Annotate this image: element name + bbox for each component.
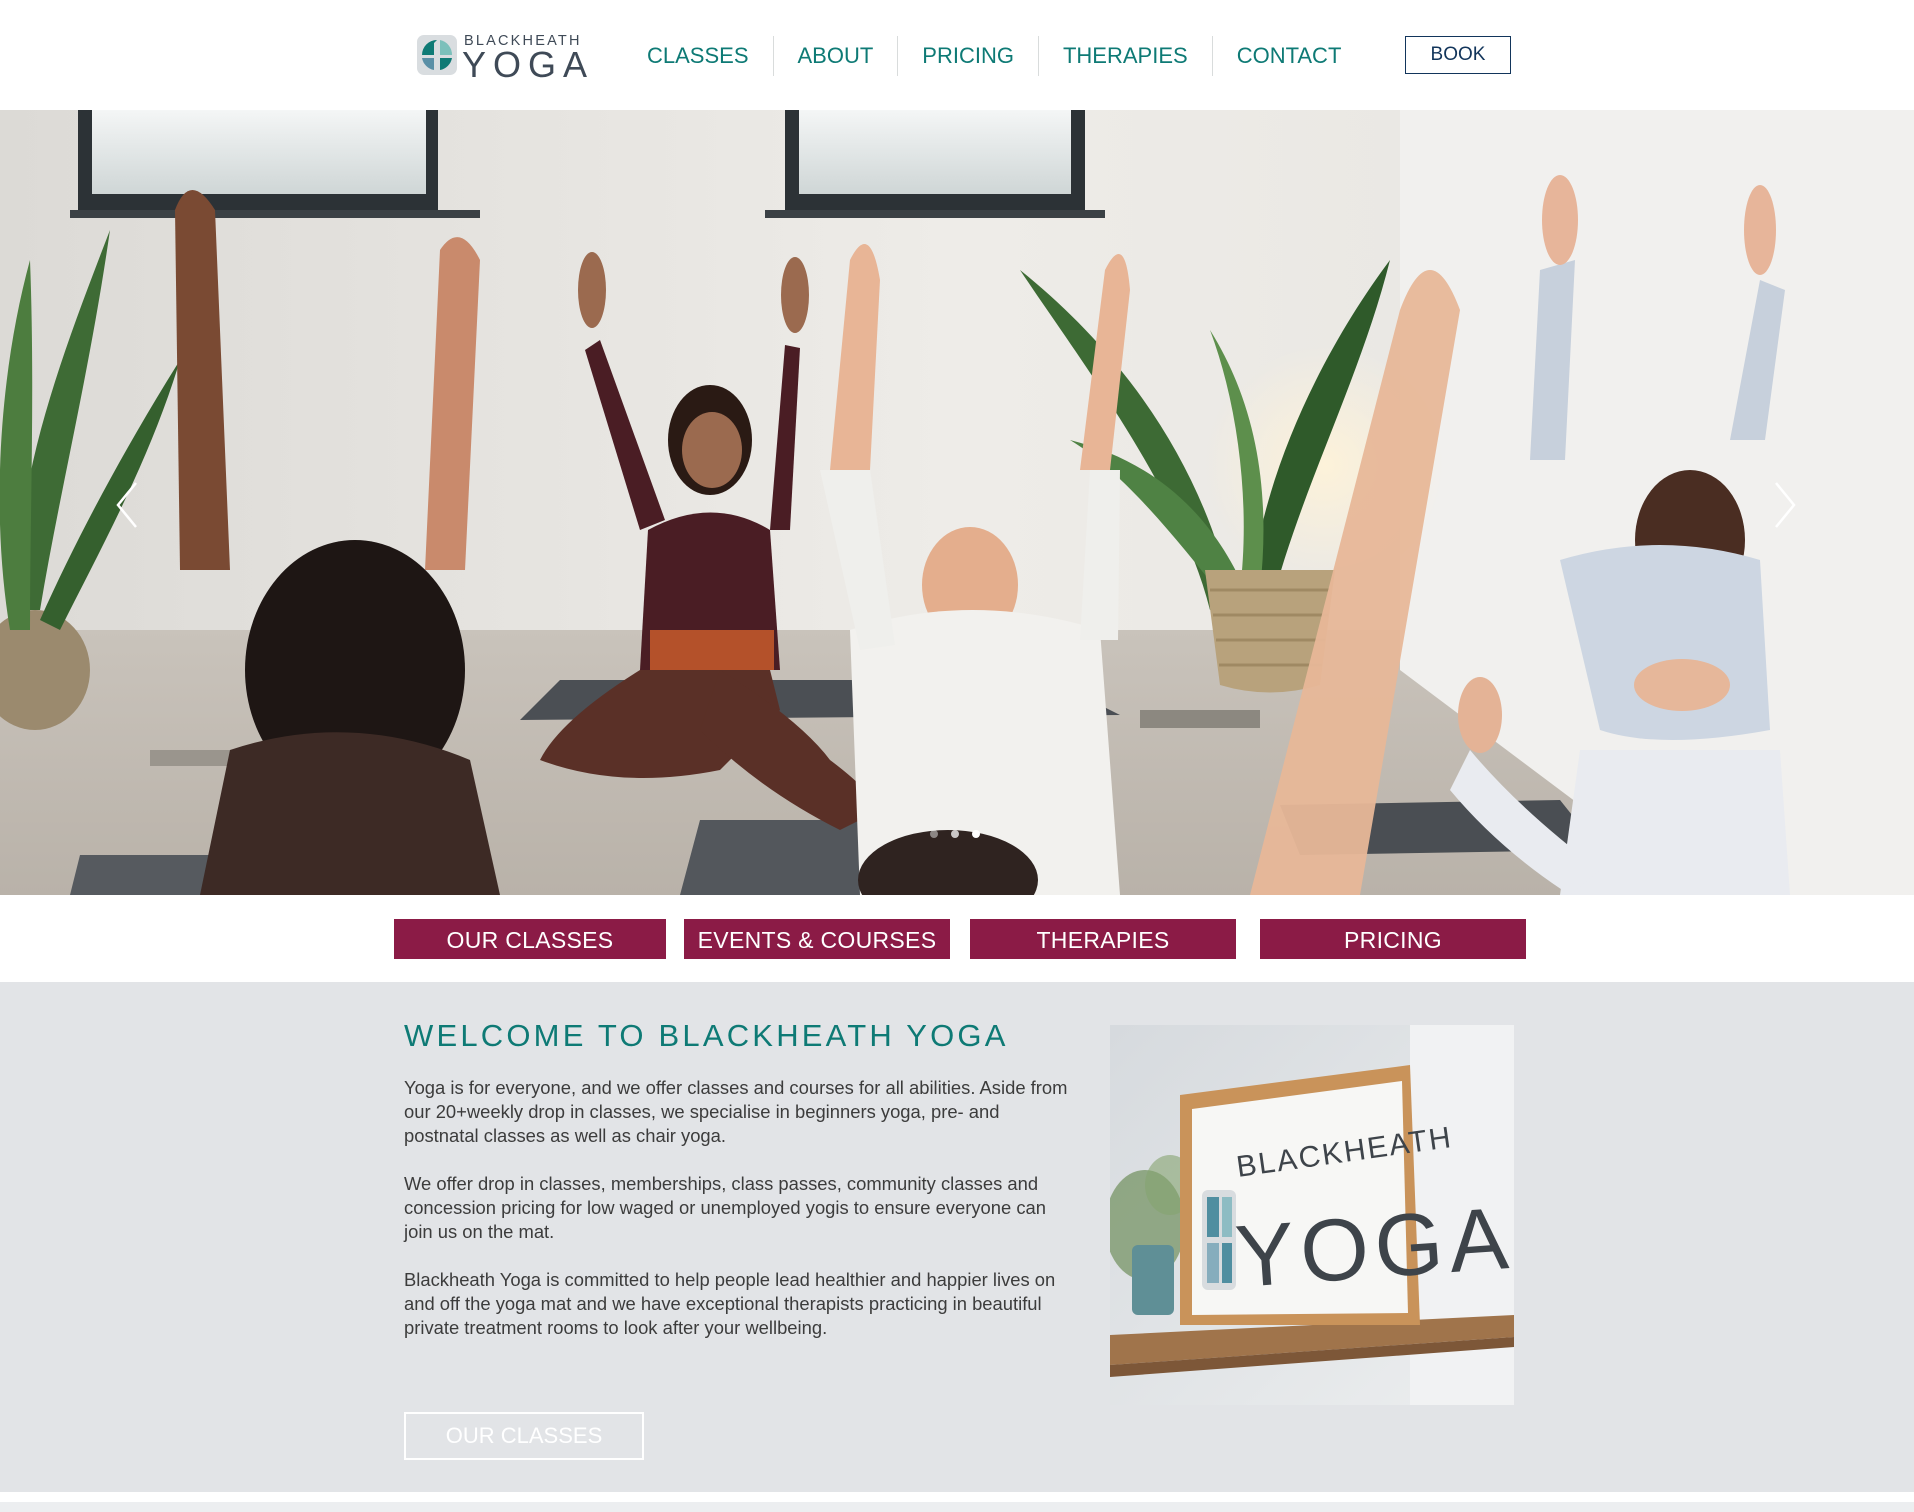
slide-dot-2[interactable] <box>951 830 959 838</box>
hero-photo <box>0 110 1914 895</box>
cta-strip: OUR CLASSES EVENTS & COURSES THERAPIES P… <box>0 895 1914 982</box>
therapies-button[interactable]: THERAPIES <box>970 919 1236 959</box>
slide-dot-3[interactable] <box>972 830 980 838</box>
welcome-paragraph-3: Blackheath Yoga is committed to help peo… <box>404 1269 1056 1338</box>
nav-item-therapies[interactable]: THERAPIES <box>1037 36 1212 76</box>
slide-dot-1[interactable] <box>930 830 938 838</box>
studio-sign-illustration: BLACKHEATH YOGA <box>1110 1025 1514 1405</box>
welcome-title: WELCOME TO BLACKHEATH YOGA <box>404 1018 1009 1053</box>
studio-sign-photo: BLACKHEATH YOGA <box>1110 1025 1514 1405</box>
welcome-paragraph-2: We offer drop in classes, memberships, c… <box>404 1173 1046 1242</box>
chevron-right-icon[interactable] <box>1764 475 1804 535</box>
welcome-paragraph-1: Yoga is for everyone, and we offer class… <box>404 1077 1068 1146</box>
main-nav: CLASSES ABOUT PRICING THERAPIES CONTACT <box>623 36 1365 76</box>
site-header: BLACKHEATH YOGA CLASSES ABOUT PRICING TH… <box>0 0 1914 110</box>
footer-divider <box>0 1502 1914 1512</box>
nav-item-classes[interactable]: CLASSES <box>623 36 773 76</box>
logo-mark-icon <box>417 35 457 75</box>
welcome-section: WELCOME TO BLACKHEATH YOGA Yoga is for e… <box>0 982 1914 1492</box>
events-courses-button[interactable]: EVENTS & COURSES <box>684 919 950 959</box>
site-logo[interactable]: BLACKHEATH YOGA <box>416 32 587 83</box>
nav-item-about[interactable]: ABOUT <box>772 36 898 76</box>
nav-item-pricing[interactable]: PRICING <box>897 36 1038 76</box>
sign-text-big: YOGA <box>1232 1188 1514 1306</box>
nav-item-contact[interactable]: CONTACT <box>1211 36 1366 76</box>
logo-text-big: YOGA <box>462 44 595 85</box>
book-button[interactable]: BOOK <box>1405 36 1511 74</box>
welcome-text: Yoga is for everyone, and we offer class… <box>404 1076 1074 1364</box>
our-classes-outline-button[interactable]: OUR CLASSES <box>404 1412 644 1460</box>
slide-indicators <box>930 830 980 838</box>
chevron-left-icon[interactable] <box>108 475 148 535</box>
hero-slideshow <box>0 110 1914 895</box>
our-classes-button[interactable]: OUR CLASSES <box>394 919 666 959</box>
pricing-button[interactable]: PRICING <box>1260 919 1526 959</box>
